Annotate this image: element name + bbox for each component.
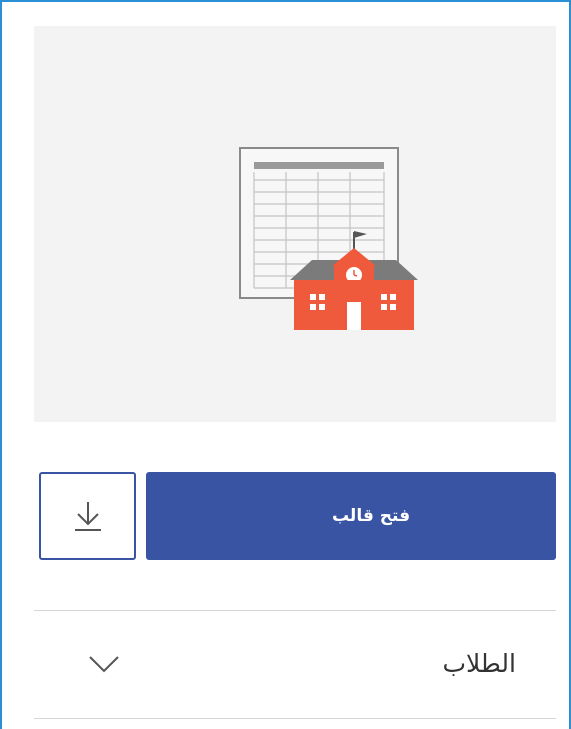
section-divider-bottom: [34, 718, 556, 719]
template-card: فتح قالب الطلاب: [0, 0, 571, 729]
class-schedule-school-icon: [239, 147, 418, 330]
chevron-down-icon: [89, 656, 119, 673]
template-preview[interactable]: [34, 26, 556, 422]
students-section-toggle[interactable]: الطلاب: [34, 611, 556, 718]
students-section-label: الطلاب: [442, 649, 516, 678]
open-template-label: فتح قالب: [331, 506, 411, 526]
download-button[interactable]: [39, 472, 136, 560]
download-icon: [74, 502, 101, 531]
open-template-button[interactable]: فتح قالب: [146, 472, 556, 560]
